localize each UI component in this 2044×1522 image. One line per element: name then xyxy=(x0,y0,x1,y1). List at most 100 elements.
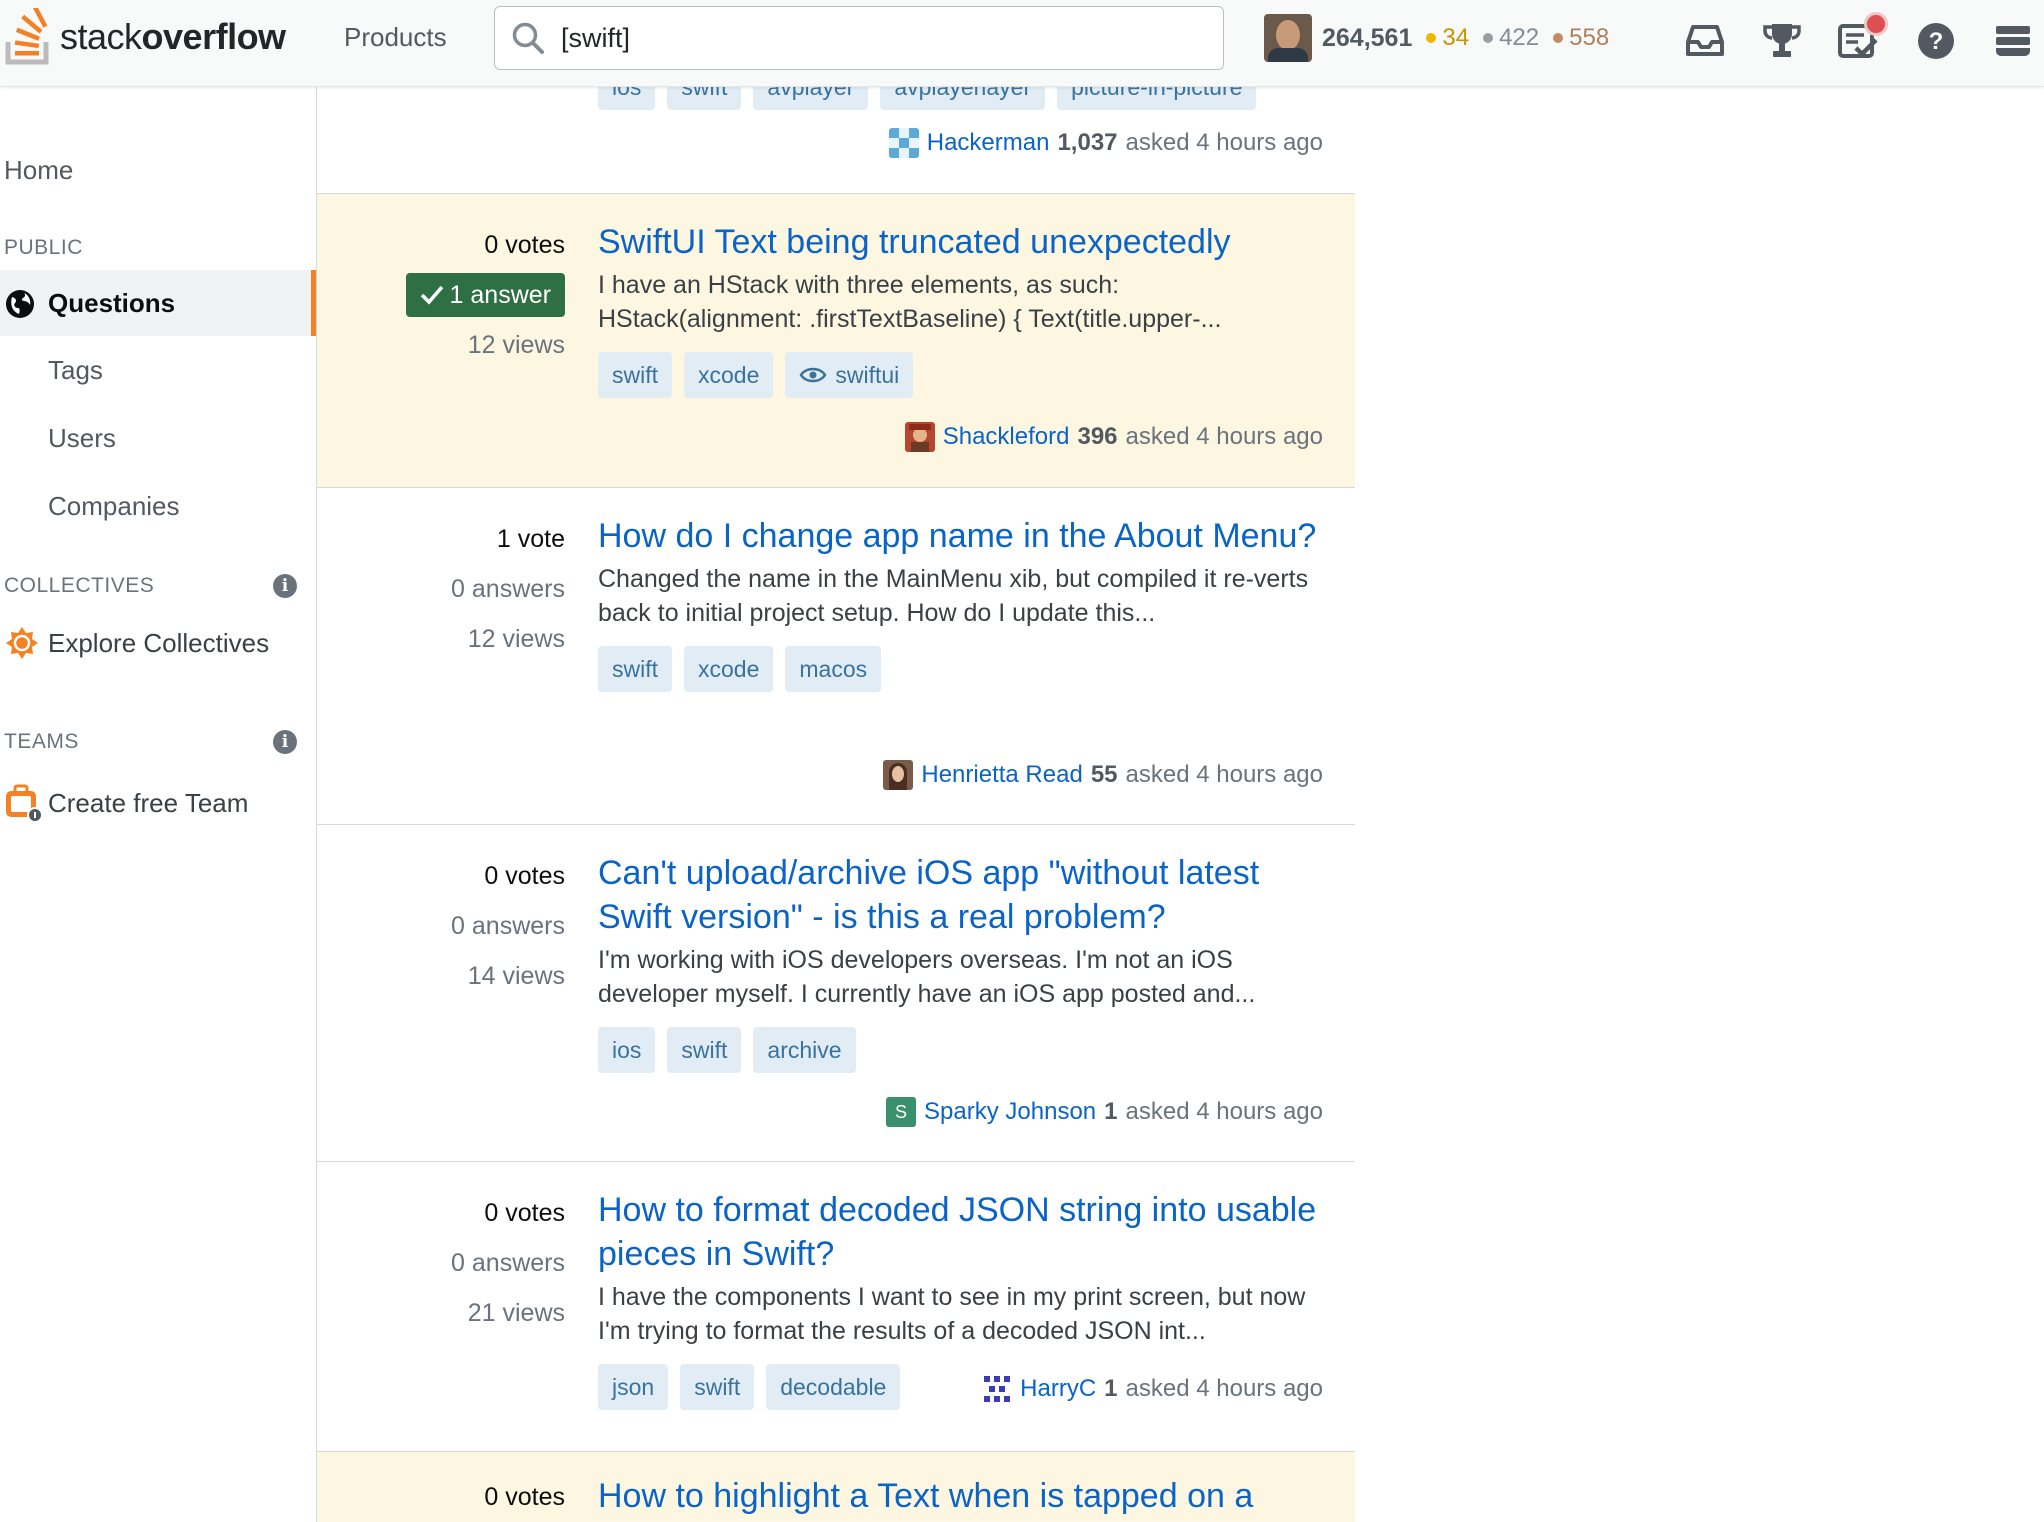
author-avatar[interactable] xyxy=(888,128,919,158)
tag-archive[interactable]: archive xyxy=(753,1027,856,1073)
logo-text-overflow: overflow xyxy=(141,16,287,57)
tag-xcode[interactable]: xcode xyxy=(684,352,774,398)
author-name-link[interactable]: Shackleford xyxy=(943,423,1070,451)
accepted-answer-count: 1 answer xyxy=(405,273,565,317)
author-reputation: 396 xyxy=(1077,423,1118,450)
view-count: 21 views xyxy=(467,1299,565,1327)
view-count: 12 views xyxy=(467,625,565,653)
tag-swift[interactable]: swift xyxy=(598,352,672,398)
silver-badge-number: 422 xyxy=(1499,24,1540,51)
bronze-badge-number: 558 xyxy=(1569,24,1610,51)
inbox-icon[interactable] xyxy=(1682,18,1728,64)
search-box[interactable] xyxy=(494,6,1224,70)
author-name-link[interactable]: Hackerman xyxy=(927,129,1050,157)
question-summary: 0 votes 1 answer 12 views SwiftUI Text b… xyxy=(317,194,1355,488)
author-avatar[interactable] xyxy=(982,1374,1013,1404)
question-title-link[interactable]: How to highlight a Text when is tapped o… xyxy=(598,1474,1328,1518)
search-input[interactable] xyxy=(559,17,1203,59)
sidebar-item-tags[interactable]: Tags xyxy=(48,355,103,386)
user-reputation: 264,561 xyxy=(1322,23,1413,52)
author-name-link[interactable]: HarryC xyxy=(1020,1375,1096,1403)
user-profile-link[interactable]: 264,561 34 422 558 xyxy=(1264,12,1609,64)
author-reputation: 55 xyxy=(1090,761,1118,788)
vote-count: 0 votes xyxy=(484,1199,565,1227)
author-avatar[interactable]: S xyxy=(886,1097,917,1127)
question-excerpt: I have the components I want to see in m… xyxy=(598,1283,1306,1345)
globe-icon xyxy=(6,290,34,318)
site-switcher-icon[interactable] xyxy=(1990,18,2036,64)
stackoverflow-logo[interactable]: stackoverflow xyxy=(4,6,286,68)
collectives-info-icon[interactable]: i xyxy=(273,574,297,598)
tag-json[interactable]: json xyxy=(598,1364,669,1410)
question-excerpt: I have an HStack with three elements, as… xyxy=(598,271,1222,333)
view-count: 14 views xyxy=(467,962,565,990)
question-summary: 0 votes 0 answers 21 views How to format… xyxy=(317,1162,1355,1452)
tag-decodable[interactable]: decodable xyxy=(766,1364,901,1410)
checkmark-icon xyxy=(420,285,443,305)
tag-swift[interactable]: swift xyxy=(680,1364,755,1410)
asked-time: asked 4 hours ago xyxy=(1125,129,1323,156)
tag-ios[interactable]: ios xyxy=(598,1027,656,1073)
bronze-badge-count: 558 xyxy=(1553,24,1609,52)
teams-info-icon[interactable]: i xyxy=(273,730,297,754)
tag-swiftui[interactable]: swiftui xyxy=(785,352,914,398)
stackoverflow-logo-icon xyxy=(5,8,49,65)
team-briefcase-icon xyxy=(6,784,43,823)
silver-badge-count: 422 xyxy=(1483,24,1539,52)
create-team-label: Create free Team xyxy=(48,787,249,818)
author-avatar[interactable] xyxy=(904,422,935,452)
asked-time: asked 4 hours ago xyxy=(1125,761,1323,788)
explore-collectives-label: Explore Collectives xyxy=(48,627,270,658)
left-sidebar: Home PUBLIC Questions Tags Users Compani… xyxy=(0,87,317,1522)
tag-swift[interactable]: swift xyxy=(598,646,672,692)
author-name-link[interactable]: Sparky Johnson xyxy=(924,1098,1096,1126)
sidebar-item-questions[interactable]: Questions xyxy=(0,270,316,336)
view-count: 12 views xyxy=(467,331,565,359)
review-queue-icon[interactable] xyxy=(1836,12,1888,64)
author-avatar[interactable] xyxy=(883,760,914,790)
answer-count: 0 answers xyxy=(451,912,565,940)
tag-macos[interactable]: macos xyxy=(785,646,882,692)
question-title-link[interactable]: Can't upload/archive iOS app "without la… xyxy=(598,851,1328,939)
sidebar-item-create-team[interactable]: Create free Team xyxy=(4,783,248,823)
question-author-meta: Hackerman 1,037 asked 4 hours ago xyxy=(888,128,1323,158)
author-name-link[interactable]: Henrietta Read xyxy=(921,761,1082,789)
question-title-link[interactable]: How to format decoded JSON string into u… xyxy=(598,1188,1328,1276)
author-reputation: 1 xyxy=(1104,1098,1118,1125)
question-title-link[interactable]: SwiftUI Text being truncated unexpectedl… xyxy=(598,220,1328,264)
watched-tag-eye-icon xyxy=(799,367,827,383)
sidebar-item-explore-collectives[interactable]: Explore Collectives xyxy=(4,625,269,661)
achievements-trophy-icon[interactable] xyxy=(1759,18,1805,64)
svg-text:?: ? xyxy=(1929,28,1944,55)
sidebar-item-home[interactable]: Home xyxy=(4,155,73,186)
question-author-meta: S Sparky Johnson 1 asked 4 hours ago xyxy=(886,1097,1323,1127)
asked-time: asked 4 hours ago xyxy=(1125,423,1323,450)
gold-badge-count: 34 xyxy=(1426,24,1469,52)
tag-swiftui-label: swiftui xyxy=(835,362,900,388)
top-bar: stackoverflow Products 264,561 34 422 55… xyxy=(0,0,2044,87)
help-icon[interactable]: ? xyxy=(1913,18,1959,64)
sidebar-heading-teams: TEAMS xyxy=(4,730,79,753)
answer-count: 0 answers xyxy=(451,575,565,603)
tag-swift[interactable]: swift xyxy=(667,1027,742,1073)
sidebar-item-users[interactable]: Users xyxy=(48,423,116,454)
asked-time: asked 4 hours ago xyxy=(1125,1375,1323,1402)
search-icon xyxy=(512,22,544,54)
author-reputation: 1,037 xyxy=(1057,129,1118,156)
question-list: ios swift avplayer avplayerlayer picture… xyxy=(317,0,1355,1522)
tag-xcode[interactable]: xcode xyxy=(684,646,774,692)
user-avatar xyxy=(1264,14,1312,62)
answer-count-label: 1 answer xyxy=(449,281,551,309)
logo-text-stack: stack xyxy=(60,16,142,57)
question-summary: 0 votes 0 answers 14 views Can't upload/… xyxy=(317,825,1355,1162)
vote-count: 0 votes xyxy=(484,231,565,259)
vote-count: 1 vote xyxy=(496,525,565,553)
question-excerpt: I'm working with iOS developers overseas… xyxy=(598,946,1256,1008)
products-menu-link[interactable]: Products xyxy=(344,22,447,53)
sidebar-item-questions-label: Questions xyxy=(48,288,176,318)
question-summary: 0 votes How to highlight a Text when is … xyxy=(317,1452,1355,1522)
gold-badge-number: 34 xyxy=(1442,24,1470,51)
question-title-link[interactable]: How do I change app name in the About Me… xyxy=(598,514,1328,558)
vote-count: 0 votes xyxy=(484,1483,565,1511)
sidebar-item-companies[interactable]: Companies xyxy=(48,491,180,522)
